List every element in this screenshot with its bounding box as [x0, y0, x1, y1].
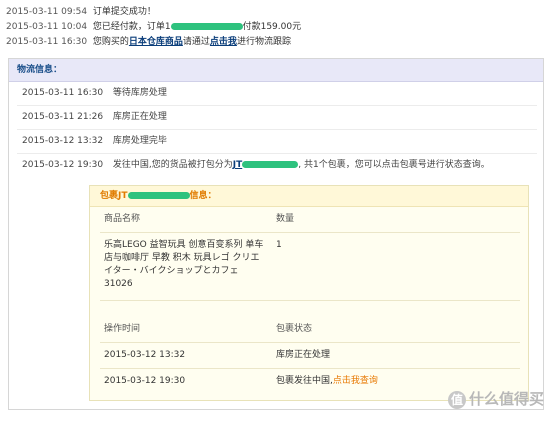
log-text: 订单提交成功！ [92, 7, 156, 17]
order-log-row: 2015-03-11 09:54 订单提交成功！ [6, 5, 546, 20]
logistics-row: 2015-03-11 21:26 库房正在处理 [17, 105, 537, 130]
event-time: 2015-03-12 13:32 [104, 350, 186, 360]
watermark: 值什么值得买 [447, 388, 544, 409]
log-time: 2015-03-11 09:54 [6, 7, 88, 17]
logistics-row: 2015-03-12 13:32 库房处理完毕 [17, 129, 537, 154]
col-quantity: 数量 [276, 214, 295, 224]
package-title: 包裹JT 信息： [90, 186, 528, 207]
track-click-link[interactable]: 点击我 [210, 37, 237, 47]
event-status: 库房正在处理 [276, 350, 331, 360]
item-row: 乐高LEGO 益智玩具 创意百变系列 单车店与咖啡厅 早教 积木 玩具レゴ クリ… [100, 232, 520, 301]
log-text: 您购买的 [92, 37, 129, 47]
logistics-time: 2015-03-12 19:30 [22, 160, 104, 170]
redaction-mark [170, 23, 243, 30]
watermark-text: 什么值得买 [468, 390, 544, 408]
redaction-mark [242, 161, 299, 168]
item-header-row: 商品名称 数量 [100, 206, 520, 233]
event-header-row: 操作时间 包裹状态 [100, 316, 520, 343]
log-text: 付款159.00元 [242, 22, 302, 32]
package-id: JT [232, 160, 243, 170]
package-detail-box: 包裹JT 信息： 商品名称 数量 乐高LEGO 益智玩具 创意百变系列 单车店与咖… [89, 185, 529, 401]
logistics-row: 2015-03-11 16:30 等待库房处理 [17, 81, 537, 106]
package-title-suffix: 信息： [189, 191, 217, 201]
logistics-time: 2015-03-11 21:26 [22, 112, 104, 122]
event-status-text: 包裹发往中国, [276, 376, 333, 386]
japan-warehouse-link[interactable]: 日本仓库商品 [129, 37, 183, 47]
logistics-title: 物流信息： [9, 59, 543, 82]
package-title-prefix: 包裹JT [100, 191, 128, 201]
logistics-row: 2015-03-12 19:30 发往中国,您的货品被打包分为JT , 共1个包裹… [17, 153, 537, 177]
order-status-log: 2015-03-11 09:54 订单提交成功！ 2015-03-11 10:0… [6, 5, 546, 50]
package-number-link[interactable]: JT [233, 160, 299, 170]
col-package-status: 包裹状态 [276, 324, 313, 334]
event-row: 2015-03-12 13:32 库房正在处理 [100, 342, 520, 369]
logistics-panel: 物流信息： 2015-03-11 16:30 等待库房处理 2015-03-11… [8, 58, 544, 410]
watermark-logo-icon: 值 [447, 390, 466, 409]
logistics-time: 2015-03-12 13:32 [22, 136, 104, 146]
log-text: 您已经付款，订单1 [92, 22, 171, 32]
logistics-status: , 共1个包裹，您可以点击包裹号进行状态查询。 [298, 160, 490, 170]
logistics-status: 库房正在处理 [112, 112, 167, 122]
logistics-status: 库房处理完毕 [112, 136, 167, 146]
logistics-time: 2015-03-11 16:30 [22, 88, 104, 98]
log-text: 进行物流跟踪 [236, 37, 291, 47]
log-text: 请通过 [182, 37, 210, 47]
event-time: 2015-03-12 19:30 [104, 376, 186, 386]
logistics-status: 发往中国,您的货品被打包分为 [112, 160, 233, 170]
query-link[interactable]: 点击我查询 [333, 376, 378, 386]
logistics-status: 等待库房处理 [112, 88, 167, 98]
log-time: 2015-03-11 16:30 [6, 37, 88, 47]
order-log-row: 2015-03-11 10:04 您已经付款，订单1 付款159.00元 [6, 20, 546, 35]
redaction-mark [127, 192, 190, 199]
col-operation-time: 操作时间 [104, 324, 141, 334]
item-quantity: 1 [276, 240, 282, 250]
log-time: 2015-03-11 10:04 [6, 22, 88, 32]
col-item-name: 商品名称 [104, 214, 141, 224]
event-status: 包裹发往中国,点击我查询 [276, 368, 378, 394]
order-log-row: 2015-03-11 16:30 您购买的日本仓库商品请通过点击我进行物流跟踪 [6, 35, 546, 50]
item-name: 乐高LEGO 益智玩具 创意百变系列 单车店与咖啡厅 早教 积木 玩具レゴ クリ… [104, 240, 264, 289]
